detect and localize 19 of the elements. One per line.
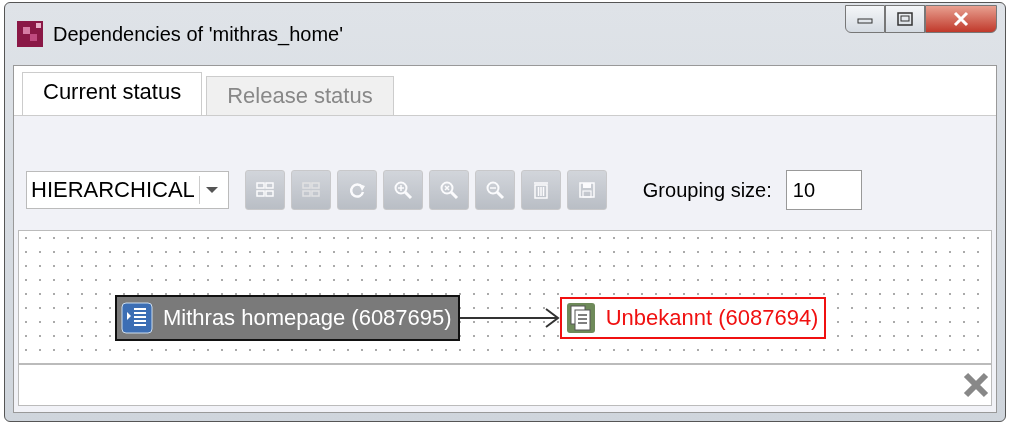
caret-icon	[204, 186, 219, 194]
window-title: Dependencies of 'mithras_home'	[53, 22, 345, 46]
tab[interactable]: Current status	[22, 72, 203, 115]
documents-icon	[565, 302, 596, 334]
close-icon[interactable]	[961, 370, 991, 400]
close-button[interactable]	[925, 5, 997, 33]
graph-node[interactable]: Unbekannt (6087694)	[559, 297, 827, 339]
maximize-button[interactable]	[885, 5, 925, 33]
close-icon	[952, 11, 970, 27]
node-label: Unbekannt (6087694)	[605, 305, 819, 331]
graph-node[interactable]: Mithras homepage (6087695)	[115, 295, 460, 341]
page-icon	[121, 302, 153, 334]
node-label: Mithras homepage (6087695)	[163, 305, 452, 331]
app-icon	[17, 21, 43, 47]
minimize-button[interactable]	[845, 5, 885, 33]
layout-dropdown[interactable]: HIERARCHICAL	[26, 171, 229, 209]
grouping-size-field[interactable]: 10	[785, 170, 862, 210]
maximize-icon	[897, 12, 913, 26]
grouping-size-label: Grouping size:	[642, 178, 772, 202]
